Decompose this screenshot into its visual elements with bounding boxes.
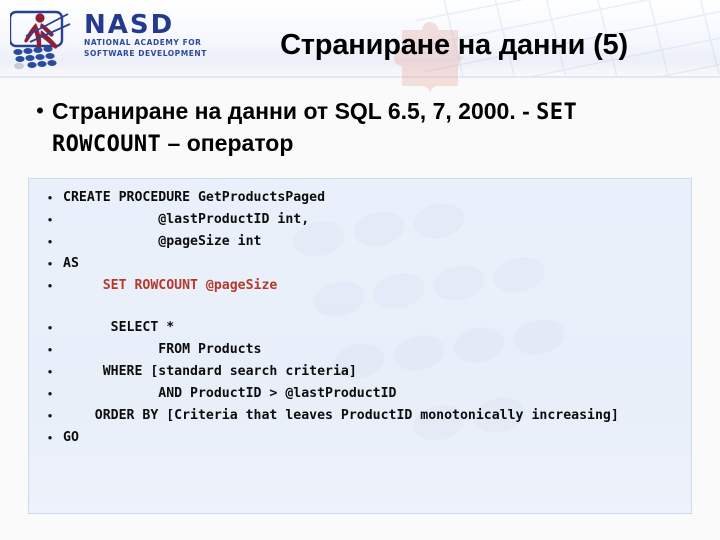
slide: NASD NATIONAL ACADEMY FOR SOFTWARE DEVEL… [0, 0, 720, 540]
title-area: Страниране на данни (5) [196, 20, 712, 94]
logo-text-block: NASD NATIONAL ACADEMY FOR SOFTWARE DEVEL… [84, 10, 207, 59]
lead-bullet-block: • Страниране на данни от SQL 6.5, 7, 200… [28, 96, 688, 160]
nasd-figure-icon [10, 10, 71, 70]
code-line: • FROM Products [37, 339, 681, 361]
code-bullet-marker: • [47, 342, 53, 357]
page-title: Страниране на данни (5) [280, 28, 628, 61]
code-line: • AND ProductID > @lastProductID [37, 383, 681, 405]
code-line: • @pageSize int [37, 231, 681, 253]
code-bullet-marker: • [47, 212, 53, 227]
code-line-text: CREATE PROCEDURE GetProductsPaged [63, 190, 326, 205]
code-panel: • CREATE PROCEDURE GetProductsPaged • @las… [28, 178, 692, 514]
code-line-text: AND ProductID > @lastProductID [63, 386, 397, 401]
code-line-text: SET ROWCOUNT @pageSize [63, 278, 278, 293]
logo-subtitle-line-2: SOFTWARE DEVELOPMENT [84, 48, 207, 58]
logo-acronym: NASD [84, 10, 175, 40]
code-line: • SET ROWCOUNT @pageSize [37, 275, 681, 297]
bullet-marker: • [36, 98, 44, 123]
code-bullet-marker: • [47, 430, 53, 445]
code-line-text: SELECT * [63, 320, 175, 335]
code-line-list: • CREATE PROCEDURE GetProductsPaged • @las… [29, 179, 691, 449]
code-bullet-marker: • [47, 256, 53, 271]
code-line: • AS [37, 253, 681, 275]
code-line-text: @pageSize int [63, 234, 262, 249]
code-line: • SELECT * [37, 317, 681, 339]
lead-bullet-row: • Страниране на данни от SQL 6.5, 7, 200… [28, 96, 688, 160]
code-line-text: AS [63, 256, 79, 271]
code-line-text: @lastProductID int, [63, 212, 310, 227]
code-bullet-marker: • [47, 190, 53, 205]
logo-subtitle-line-1: NATIONAL ACADEMY FOR [84, 38, 202, 47]
nasd-logo: NASD NATIONAL ACADEMY FOR SOFTWARE DEVEL… [6, 4, 207, 72]
code-bullet-marker: • [47, 408, 53, 423]
code-line: • CREATE PROCEDURE GetProductsPaged [37, 187, 681, 209]
code-line: • ORDER BY [Criteria that leaves Product… [37, 405, 681, 427]
code-bullet-marker: • [47, 320, 53, 335]
lead-text-before: Страниране на данни от SQL 6.5, 7, 2000.… [52, 98, 537, 124]
code-line-text: WHERE [standard search criteria] [63, 364, 357, 379]
code-bullet-marker: • [47, 234, 53, 249]
code-line-text: ORDER BY [Criteria that leaves ProductID… [63, 408, 619, 423]
code-bullet-marker: • [47, 364, 53, 379]
lead-text-after: – оператор [161, 130, 294, 156]
code-bullet-marker: • [47, 278, 53, 293]
code-line: • @lastProductID int, [37, 209, 681, 231]
code-line: • GO [37, 427, 681, 449]
code-bullet-marker: • [47, 386, 53, 401]
code-line-text: FROM Products [63, 342, 262, 357]
code-line: • WHERE [standard search criteria] [37, 361, 681, 383]
lead-bullet-text: Страниране на данни от SQL 6.5, 7, 2000.… [52, 96, 632, 160]
code-line-text: GO [63, 430, 79, 445]
header-divider [0, 76, 720, 78]
